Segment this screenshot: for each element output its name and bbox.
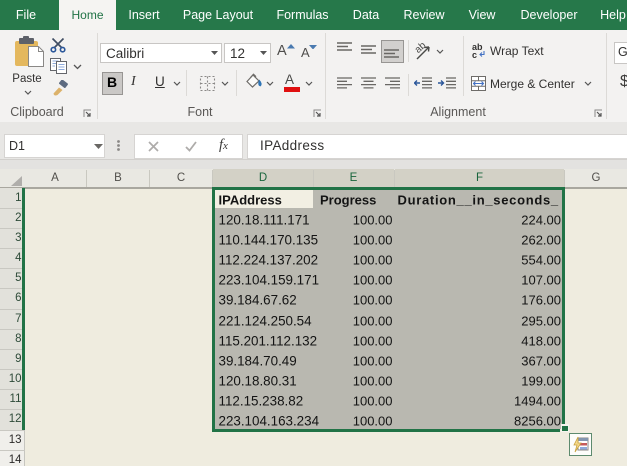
svg-text:c: c bbox=[472, 50, 477, 59]
